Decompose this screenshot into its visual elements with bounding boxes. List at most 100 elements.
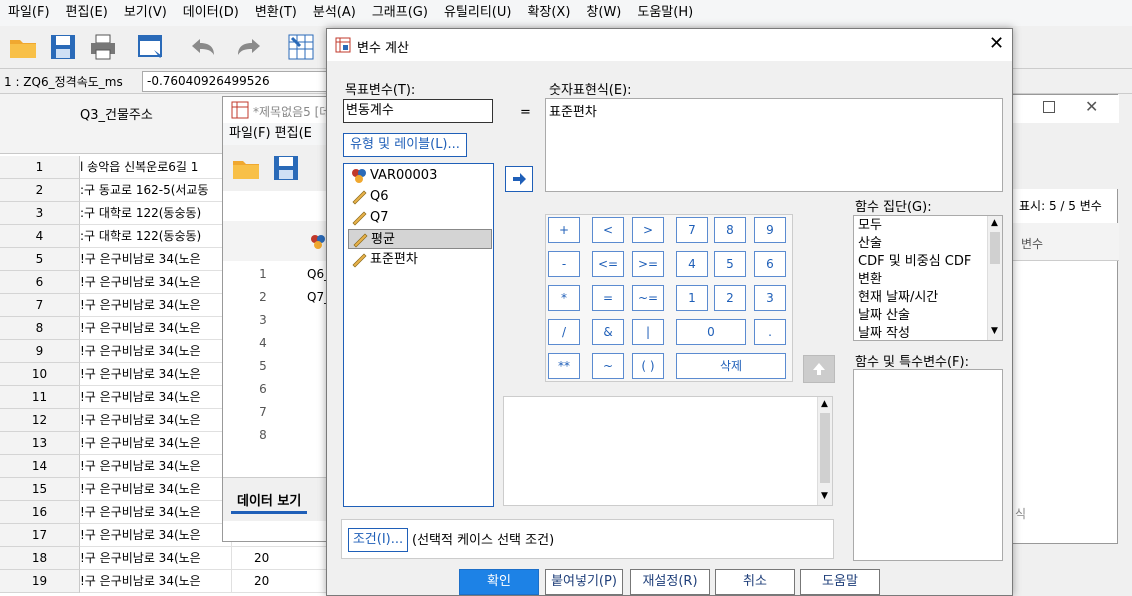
keypad-key[interactable]: 6 [754,251,786,277]
table-row[interactable]: 4 [223,332,305,355]
scrollbar[interactable]: ▲ ▼ [987,216,1002,340]
row-number[interactable]: 6 [0,271,80,294]
table-cell[interactable]: :구 동교로 162-5(서교동 [80,179,232,202]
dialog-recall-icon[interactable] [136,32,166,62]
table-cell[interactable]: !구 은구비남로 34(노은 [80,547,232,570]
column-header-var[interactable]: 변수 [1021,235,1043,252]
close-icon[interactable]: ✕ [989,33,1004,54]
table-cell[interactable]: l 송악읍 신복운로6길 1 [80,156,232,179]
row-number[interactable]: 17 [0,524,80,547]
keypad-key[interactable]: | [632,319,664,345]
table-cell[interactable]: !구 은구비남로 34(노은 [80,248,232,271]
chevron-down-icon[interactable]: ▼ [821,491,828,501]
keypad-key[interactable]: 8 [714,217,746,243]
keypad-key[interactable]: / [548,319,580,345]
window-menu[interactable]: 파일(F) 편집(E [223,123,329,145]
keypad-key[interactable]: 7 [676,217,708,243]
chevron-down-icon[interactable]: ▼ [991,326,998,336]
table-cell[interactable]: !구 은구비남로 34(노은 [80,294,232,317]
table-cell[interactable]: !구 은구비남로 34(노은 [80,409,232,432]
cancel-button[interactable]: 취소 [715,569,795,595]
row-number[interactable]: 15 [0,478,80,501]
keypad-key[interactable]: = [592,285,624,311]
table-cell[interactable]: !구 은구비남로 34(노은 [80,501,232,524]
save-icon[interactable] [48,32,78,62]
keypad-key[interactable]: ~ [592,353,624,379]
row-number[interactable]: 10 [0,363,80,386]
variable-list-item[interactable]: 표준편차 [348,250,492,270]
scrollbar[interactable]: ▲ ▼ [817,397,832,505]
table-cell[interactable]: !구 은구비남로 34(노은 [80,271,232,294]
variable-list-item[interactable]: 평균 [348,229,492,249]
menu-window[interactable]: 창(W) [578,0,629,26]
row-number[interactable]: 11 [0,386,80,409]
table-row[interactable]: 8 [223,424,305,447]
keypad-key[interactable]: ** [548,353,580,379]
keypad-key[interactable]: > [632,217,664,243]
table-row[interactable]: 2 Q7_ [223,286,330,309]
table-cell[interactable]: :구 대학로 122(동숭동) [80,225,232,248]
row-number[interactable]: 19 [0,570,80,593]
target-variable-input[interactable]: 변동계수 [343,99,493,123]
variable-list-item[interactable]: Q7 [348,208,492,228]
undo-icon[interactable] [188,32,218,62]
keypad-key[interactable]: . [754,319,786,345]
table-cell[interactable]: !구 은구비남로 34(노은 [80,317,232,340]
table-row[interactable]: 1 Q6_ [223,263,330,286]
menu-edit[interactable]: 편집(E) [58,0,116,26]
menu-extensions[interactable]: 확장(X) [519,0,578,26]
menu-analyze[interactable]: 분석(A) [305,0,364,26]
keypad-key[interactable]: + [548,217,580,243]
if-condition-button[interactable]: 조건(I)... [348,528,408,552]
expression-input[interactable]: 표준편차 [545,98,1003,192]
table-cell[interactable]: !구 은구비남로 34(노은 [80,363,232,386]
row-number[interactable]: 13 [0,432,80,455]
menu-view[interactable]: 보기(V) [116,0,175,26]
redo-icon[interactable] [234,32,264,62]
menu-help[interactable]: 도움말(H) [629,0,701,26]
row-number[interactable]: 5 [0,248,80,271]
table-cell[interactable]: !구 은구비남로 34(노은 [80,455,232,478]
row-number[interactable]: 16 [0,501,80,524]
keypad-key[interactable]: 2 [714,285,746,311]
keypad-key[interactable]: 1 [676,285,708,311]
open-folder-icon[interactable] [231,153,261,183]
menu-transform[interactable]: 변환(T) [247,0,305,26]
table-cell[interactable]: !구 은구비남로 34(노은 [80,340,232,363]
keypad-key[interactable]: <= [592,251,624,277]
functions-list[interactable] [853,369,1003,561]
keypad-key[interactable]: * [548,285,580,311]
table-row[interactable]: 3 [223,309,305,332]
table-cell[interactable]: !구 은구비남로 34(노은 [80,478,232,501]
keypad-key[interactable]: 삭제 [676,353,786,379]
ok-button[interactable]: 확인 [459,569,539,595]
row-number[interactable]: 14 [0,455,80,478]
variable-list[interactable]: VAR00003 Q6 Q7 평균 표준편차 [343,163,494,507]
chevron-up-icon[interactable]: ▲ [821,399,828,409]
function-group-item[interactable]: 날짜 작성 [858,325,910,343]
print-icon[interactable] [88,32,118,62]
keypad-key[interactable]: & [592,319,624,345]
row-number[interactable]: 2 [0,179,80,202]
keypad-key[interactable]: < [592,217,624,243]
keypad-key[interactable]: 5 [714,251,746,277]
move-up-button[interactable] [803,355,835,383]
row-number[interactable]: 3 [0,202,80,225]
row-number[interactable]: 7 [0,294,80,317]
paste-button[interactable]: 붙여넣기(P) [545,569,623,595]
menu-data[interactable]: 데이터(D) [175,0,247,26]
move-variable-button[interactable] [505,166,533,192]
help-button[interactable]: 도움말 [800,569,880,595]
menu-file[interactable]: 파일(F) [0,0,58,26]
variable-list-item[interactable]: VAR00003 [348,166,492,186]
function-group-list[interactable]: 모두 산술 CDF 및 비중심 CDF 변환 현재 날짜/시간 날짜 산술 날짜 작성 ▲ … [853,215,1003,341]
function-group-item[interactable]: 현재 날짜/시간 [858,289,938,307]
reset-button[interactable]: 재설정(R) [630,569,710,595]
goto-case-icon[interactable] [286,32,316,62]
table-cell[interactable]: !구 은구비남로 34(노은 [80,386,232,409]
keypad-key[interactable]: ( ) [632,353,664,379]
table-cell[interactable]: !구 은구비남로 34(노은 [80,524,232,547]
row-number[interactable]: 4 [0,225,80,248]
table-cell[interactable]: !구 은구비남로 34(노은 [80,432,232,455]
function-group-item[interactable]: 날짜 산술 [858,307,910,325]
